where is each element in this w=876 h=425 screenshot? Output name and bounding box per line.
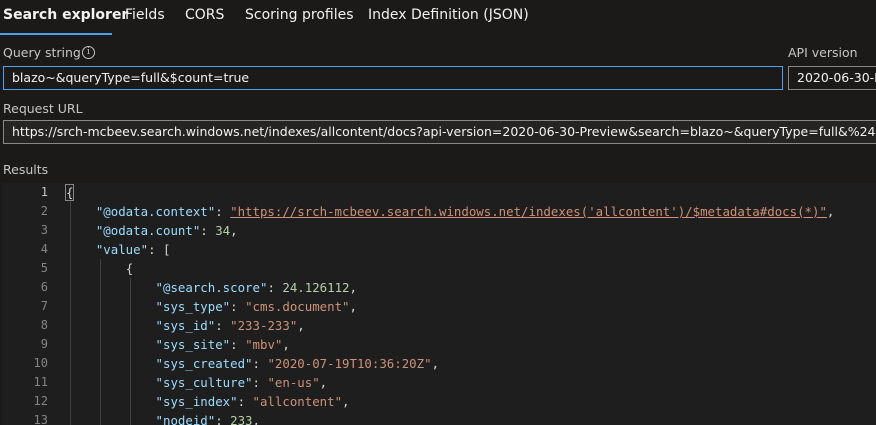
json-key: "nodeid": [155, 413, 216, 425]
json-code: { "@odata.context": "https://srch-mcbeev…: [64, 183, 835, 425]
line-number: 5: [40, 261, 48, 275]
code-line: "value": [: [95, 242, 171, 257]
api-version-select[interactable]: 2020-06-30-Preview: [788, 66, 876, 90]
json-string: "233-233": [230, 318, 298, 333]
line-number: 4: [40, 242, 48, 256]
json-key: "value": [95, 242, 149, 257]
tab-index-definition[interactable]: Index Definition (JSON): [368, 7, 529, 23]
tab-scoring-profiles[interactable]: Scoring profiles: [245, 7, 354, 23]
tab-fields[interactable]: Fields: [125, 7, 165, 23]
line-number: 9: [40, 337, 48, 351]
info-icon[interactable]: i: [82, 46, 95, 59]
code-line: "sys_culture": "en-us",: [155, 375, 328, 390]
tab-search-explorer[interactable]: Search explorer: [3, 7, 128, 23]
tab-cors[interactable]: CORS: [185, 7, 224, 23]
json-bracket: [: [162, 242, 171, 257]
json-brace: {: [64, 184, 75, 201]
json-string: "en-us": [267, 375, 320, 390]
results-label: Results: [3, 162, 49, 177]
code-line: "nodeid": 233,: [66, 411, 834, 425]
line-number: 7: [40, 299, 48, 313]
line-number-gutter: 1 2 3 4 5 6 7 8 9 10 11 12 13: [2, 183, 48, 425]
json-string: "mbv": [245, 337, 283, 352]
request-url-label: Request URL: [3, 101, 83, 116]
json-key: "sys_site": [155, 337, 231, 352]
line-number: 10: [33, 356, 48, 370]
json-key: "sys_index": [155, 394, 238, 409]
code-line: "@search.score": 24.126112,: [155, 280, 357, 295]
json-number: 34: [215, 223, 231, 238]
json-key: "sys_culture": [155, 375, 253, 390]
query-string-label: Query string: [3, 45, 81, 60]
json-key: "@odata.context": [95, 204, 216, 219]
line-number: 11: [33, 375, 48, 389]
json-key: "sys_created": [155, 356, 253, 371]
code-line: "sys_id": "233-233",: [155, 318, 305, 333]
results-editor[interactable]: 1 2 3 4 5 6 7 8 9 10 11 12 13 { "@odata.…: [2, 183, 876, 425]
line-number: 1: [40, 185, 48, 199]
line-number: 3: [40, 223, 48, 237]
code-line: {: [66, 259, 834, 278]
json-brace: {: [125, 261, 134, 276]
json-string: "allcontent": [252, 394, 343, 409]
line-number: 6: [40, 280, 48, 294]
line-number: 8: [40, 318, 48, 332]
code-line: "@odata.count": 34,: [95, 223, 238, 238]
line-number: 13: [33, 413, 48, 425]
json-key: "sys_id": [155, 318, 216, 333]
json-key: "@odata.count": [95, 223, 201, 238]
code-line: "sys_type": "cms.document",: [155, 299, 357, 314]
code-line: "sys_created": "2020-07-19T10:36:20Z",: [155, 356, 440, 371]
json-string: "2020-07-19T10:36:20Z": [267, 356, 432, 371]
json-number: 233: [230, 413, 253, 425]
line-number: 2: [40, 204, 48, 218]
json-string: "cms.document": [245, 299, 350, 314]
json-number: 24.126112: [282, 280, 350, 295]
query-string-input[interactable]: blazo~&queryType=full&$count=true: [3, 66, 783, 90]
json-key: "@search.score": [155, 280, 268, 295]
active-tab-indicator: [0, 33, 112, 35]
code-line: {: [64, 183, 834, 202]
json-key: "sys_type": [155, 299, 231, 314]
code-line: "sys_site": "mbv",: [155, 337, 290, 352]
code-line: "@odata.context": "https://srch-mcbeev.s…: [95, 204, 835, 219]
json-link[interactable]: "https://srch-mcbeev.search.windows.net/…: [230, 204, 827, 219]
api-version-label: API version: [788, 45, 858, 60]
tab-bar: Search explorer Fields CORS Scoring prof…: [0, 0, 876, 36]
code-line: "sys_index": "allcontent",: [155, 394, 350, 409]
request-url-field[interactable]: https://srch-mcbeev.search.windows.net/i…: [3, 120, 876, 144]
line-number: 12: [33, 394, 48, 408]
